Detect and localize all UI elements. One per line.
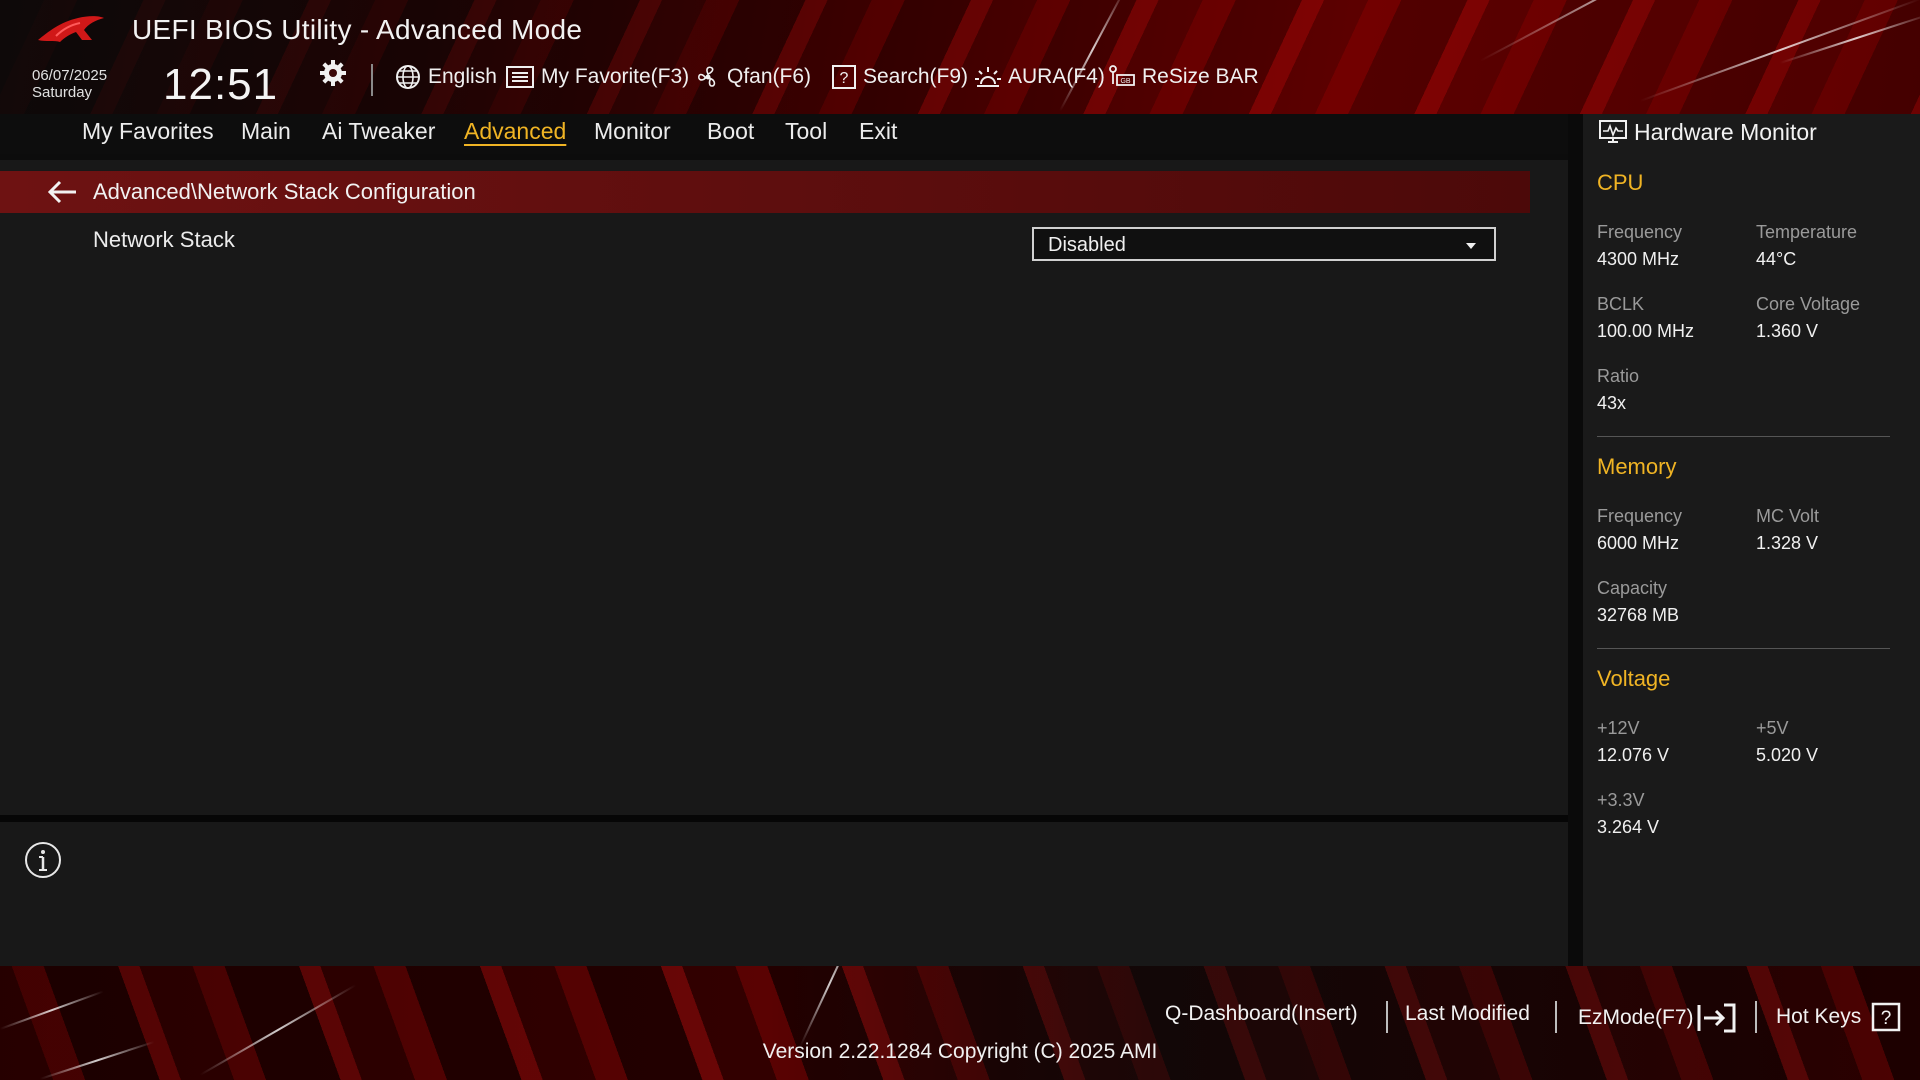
info-icon — [25, 842, 61, 878]
footer-divider — [1386, 1001, 1388, 1033]
v5-value: 5.020 V — [1756, 745, 1819, 765]
mc-volt-label: MC Volt — [1756, 506, 1820, 526]
v12-label: +12V — [1597, 718, 1640, 738]
my-favorite-button[interactable]: My Favorite(F3) — [505, 62, 689, 92]
main-tabs: My Favorites Main Ai Tweaker Advanced Mo… — [0, 114, 1568, 154]
help-question-icon: ? — [1871, 1002, 1901, 1032]
q-dashboard-button[interactable]: Q-Dashboard(Insert) — [1165, 1002, 1358, 1026]
panel-gap — [1568, 114, 1583, 966]
decor-streak — [799, 966, 861, 1048]
back-arrow-icon[interactable] — [46, 180, 78, 204]
clock-time[interactable]: 12:51 — [163, 60, 278, 110]
fan-icon — [698, 66, 716, 87]
v12-value: 12.076 V — [1597, 745, 1670, 765]
decor-streak — [1059, 0, 1127, 112]
date-text: 06/07/2025 — [32, 67, 108, 84]
cpu-temperature-label: Temperature — [1756, 222, 1858, 242]
aura-label: AURA(F4) — [1008, 65, 1105, 88]
memory-frequency-value: 6000 MHz — [1597, 533, 1680, 553]
help-info-panel — [0, 822, 1568, 966]
svg-text:?: ? — [1881, 1008, 1892, 1029]
qfan-button[interactable]: Qfan(F6) — [695, 62, 811, 92]
v5-label: +5V — [1756, 718, 1789, 738]
svg-text:GB: GB — [1120, 78, 1130, 85]
resize-bar-label: ReSize BAR — [1142, 65, 1259, 88]
gear-icon[interactable] — [318, 58, 348, 88]
tab-advanced[interactable]: Advanced — [464, 118, 566, 145]
network-stack-value: Disabled — [1048, 234, 1126, 256]
voltage-heading: Voltage — [1597, 666, 1671, 691]
search-label: Search(F9) — [863, 65, 969, 88]
toolbar-divider — [371, 64, 373, 96]
exit-to-ezmode-icon — [1697, 1003, 1736, 1033]
search-button[interactable]: ? Search(F9) — [831, 62, 968, 92]
section-divider — [1597, 648, 1890, 649]
cpu-heading: CPU — [1597, 170, 1644, 195]
svg-text:?: ? — [840, 70, 849, 87]
decor-streak — [1479, 0, 1799, 62]
favorite-list-icon — [506, 66, 534, 88]
memory-frequency-label: Frequency — [1597, 506, 1683, 526]
rog-logo-icon — [38, 16, 104, 42]
capacity-label: Capacity — [1597, 578, 1668, 598]
aura-light-icon — [975, 67, 1001, 87]
chevron-down-icon — [1466, 243, 1476, 249]
resize-bar-icon: GB — [1109, 65, 1135, 86]
tab-my-favorites[interactable]: My Favorites — [82, 118, 214, 145]
version-text: Version 2.22.1284 Copyright (C) 2025 AMI — [762, 1040, 1158, 1063]
hardware-monitor-title: Hardware Monitor — [1634, 119, 1817, 145]
section-divider — [1597, 436, 1890, 437]
cpu-frequency-label: Frequency — [1597, 222, 1683, 242]
footer-divider — [1555, 1001, 1557, 1033]
panel-divider — [0, 815, 1568, 822]
ratio-value: 43x — [1597, 393, 1627, 413]
breadcrumb: Advanced\Network Stack Configuration — [93, 179, 476, 204]
core-voltage-value: 1.360 V — [1756, 321, 1819, 341]
decor-streak — [1779, 12, 1920, 64]
bclk-value: 100.00 MHz — [1597, 321, 1695, 341]
bclk-label: BCLK — [1597, 294, 1645, 314]
network-stack-select[interactable]: Disabled — [1032, 227, 1496, 261]
ratio-label: Ratio — [1597, 366, 1640, 386]
tab-monitor[interactable]: Monitor — [594, 118, 671, 145]
my-favorite-label: My Favorite(F3) — [541, 65, 690, 88]
v33-value: 3.264 V — [1597, 817, 1660, 837]
language-button[interactable]: English — [394, 62, 497, 92]
globe-icon — [396, 65, 420, 89]
v33-label: +3.3V — [1597, 790, 1645, 810]
monitor-icon — [1599, 120, 1627, 143]
ezmode-label: EzMode(F7) — [1578, 1006, 1694, 1029]
app-title: UEFI BIOS Utility - Advanced Mode — [132, 14, 583, 45]
aura-button[interactable]: AURA(F4) — [974, 62, 1105, 92]
tab-main[interactable]: Main — [241, 118, 291, 145]
tab-exit[interactable]: Exit — [859, 118, 897, 145]
cpu-temperature-value: 44°C — [1756, 249, 1797, 269]
search-question-icon: ? — [832, 65, 856, 89]
memory-heading: Memory — [1597, 454, 1677, 479]
date-display: 06/07/2025 Saturday — [32, 67, 107, 101]
qfan-label: Qfan(F6) — [727, 65, 812, 88]
decor-streak — [0, 990, 104, 1030]
tab-ai-tweaker[interactable]: Ai Tweaker — [322, 118, 435, 145]
capacity-value: 32768 MB — [1597, 605, 1680, 625]
resize-bar-button[interactable]: GB ReSize BAR — [1108, 62, 1259, 92]
ezmode-button[interactable]: EzMode(F7) — [1578, 1002, 1738, 1034]
footer-divider — [1755, 1001, 1757, 1033]
core-voltage-label: Core Voltage — [1756, 294, 1861, 314]
day-text: Saturday — [32, 84, 93, 101]
mc-volt-value: 1.328 V — [1756, 533, 1819, 553]
decor-streak — [1639, 0, 1920, 102]
language-label: English — [428, 65, 497, 88]
last-modified-button[interactable]: Last Modified — [1405, 1002, 1530, 1026]
last-modified-label: Last Modified — [1405, 1002, 1530, 1025]
tab-boot[interactable]: Boot — [707, 118, 754, 145]
network-stack-label[interactable]: Network Stack — [93, 227, 235, 253]
hot-keys-button[interactable]: Hot Keys ? — [1776, 1002, 1901, 1032]
hot-keys-label: Hot Keys — [1776, 1005, 1862, 1028]
cpu-frequency-value: 4300 MHz — [1597, 249, 1680, 269]
tab-tool[interactable]: Tool — [785, 118, 827, 145]
q-dashboard-label: Q-Dashboard(Insert) — [1165, 1002, 1358, 1025]
